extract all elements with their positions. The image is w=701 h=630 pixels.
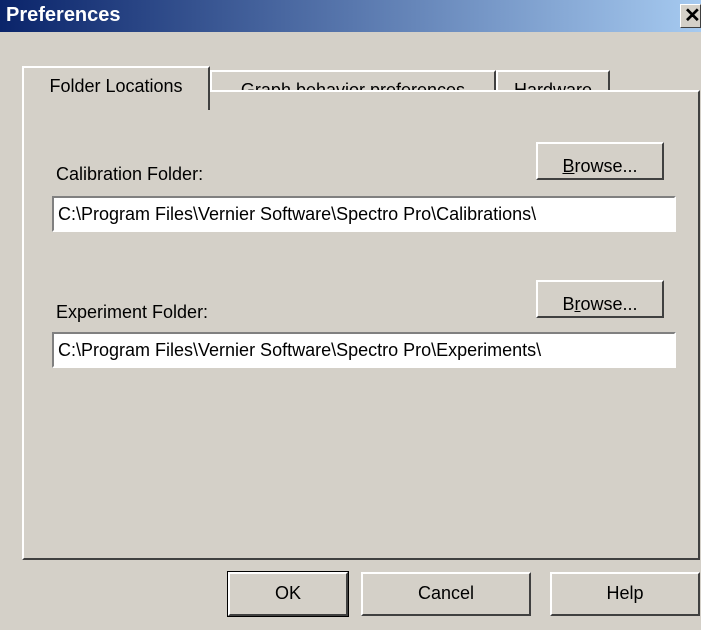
help-button[interactable]: Help — [550, 572, 700, 616]
browse-accelerator: B — [562, 156, 575, 176]
calibration-folder-label: Calibration Folder: — [56, 164, 204, 184]
experiment-folder-label: Experiment Folder: — [56, 302, 209, 322]
cancel-label: Cancel — [417, 583, 475, 603]
close-icon: ✕ — [684, 5, 701, 27]
calibration-folder-input[interactable]: C:\Program Files\Vernier Software\Spectr… — [52, 196, 676, 232]
window-title: Preferences — [6, 4, 121, 26]
help-label: Help — [606, 583, 644, 603]
folder-locations-panel: Calibration Folder: Browse... C:\Program… — [22, 90, 700, 560]
ok-button[interactable]: OK — [227, 571, 349, 617]
cancel-button[interactable]: Cancel — [361, 572, 531, 616]
browse-text: owse... — [580, 294, 638, 314]
browse-text: rowse... — [574, 156, 638, 176]
title-bar: Preferences ✕ — [0, 0, 701, 32]
close-button[interactable]: ✕ — [680, 4, 701, 28]
ok-label: OK — [274, 583, 301, 603]
calibration-browse-button[interactable]: Browse... — [536, 142, 664, 180]
tab-label: Folder Locations — [49, 76, 183, 96]
experiment-folder-input[interactable]: C:\Program Files\Vernier Software\Spectr… — [52, 332, 676, 368]
experiment-browse-button[interactable]: Browse... — [536, 280, 664, 318]
browse-text: B — [562, 294, 575, 314]
tab-folder-locations[interactable]: Folder Locations — [22, 66, 210, 110]
